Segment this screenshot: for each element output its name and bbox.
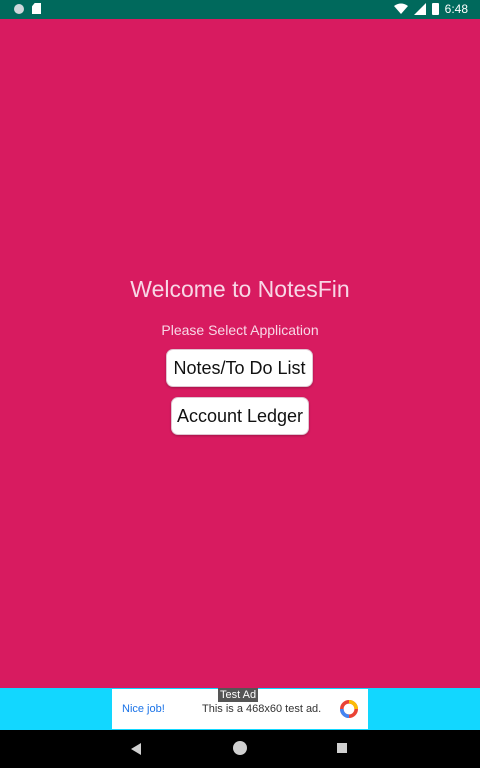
ad-tag: Test Ad: [218, 688, 259, 702]
sd-card-icon: [32, 3, 41, 14]
notes-todo-button[interactable]: Notes/To Do List: [166, 349, 313, 387]
ad-nice-text: Nice job!: [122, 703, 165, 715]
ad-strip: Nice job! This is a 468x60 test ad. Test…: [0, 688, 480, 730]
status-right-icons: 6:48: [393, 2, 468, 16]
back-icon[interactable]: [131, 743, 141, 755]
ad-body-text: This is a 468x60 test ad.: [202, 703, 322, 715]
home-icon[interactable]: [233, 741, 247, 755]
page-subtitle: Please Select Application: [161, 322, 319, 338]
status-bar: 6:48: [0, 0, 480, 19]
notification-dot-icon: [14, 3, 24, 14]
page-title: Welcome to NotesFin: [130, 276, 350, 302]
account-ledger-button[interactable]: Account Ledger: [171, 397, 309, 435]
wifi-icon: [393, 3, 408, 14]
ad-logo-icon: [340, 700, 358, 718]
battery-icon: [431, 3, 439, 15]
cellular-signal-icon: [413, 3, 426, 15]
status-time: 6:48: [444, 2, 468, 16]
recents-icon[interactable]: [337, 743, 347, 753]
status-left-icons: [14, 3, 41, 14]
app-screen: 6:48 Welcome to NotesFin Please Select A…: [0, 0, 480, 768]
navigation-bar: [0, 730, 480, 768]
